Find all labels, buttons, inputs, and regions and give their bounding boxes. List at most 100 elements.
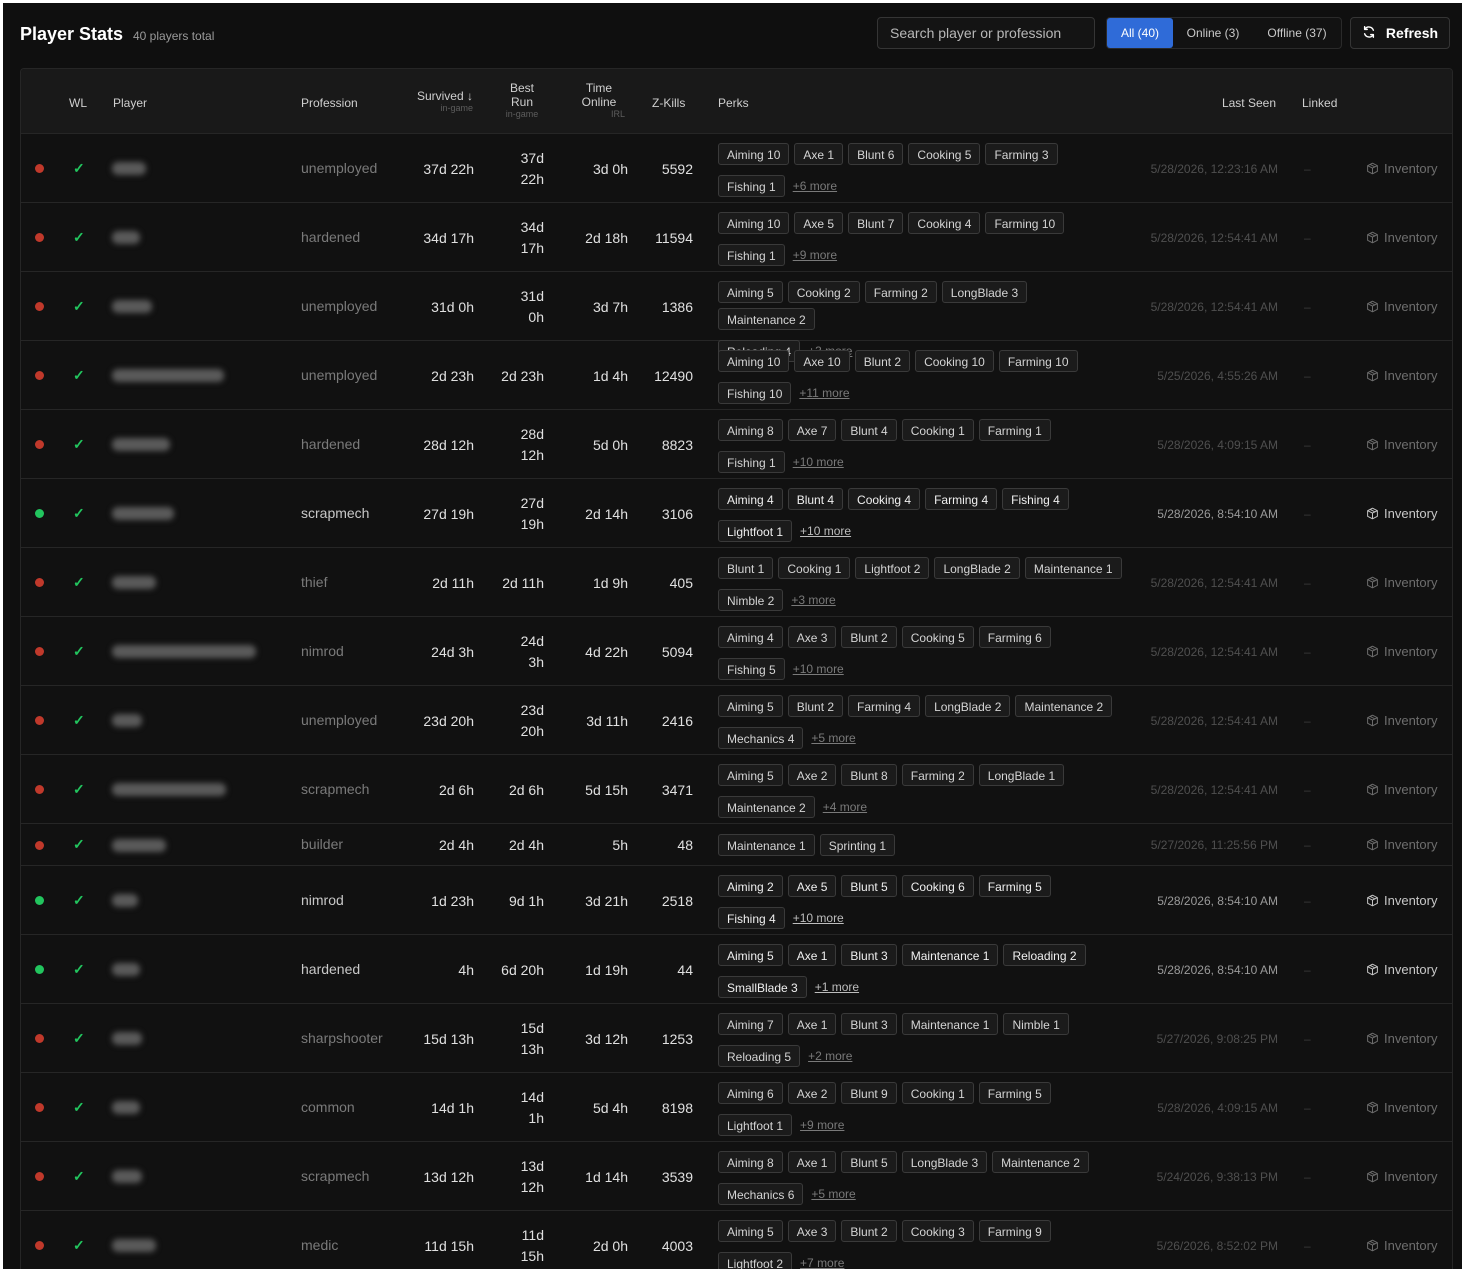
filter-all-button[interactable]: All (40)	[1107, 18, 1173, 48]
column-last-seen[interactable]: Last Seen	[1211, 96, 1276, 110]
table-row[interactable]: ✓ hardened 34d 17h 34d 17h 2d 18h 11594 Aiming …	[21, 203, 1452, 272]
more-perks-link[interactable]: +3 more	[788, 593, 838, 607]
player-name-redacted[interactable]	[112, 963, 140, 976]
column-player[interactable]: Player	[113, 96, 147, 110]
player-name-redacted[interactable]	[112, 645, 256, 658]
filter-offline-button[interactable]: Offline (37)	[1253, 18, 1341, 48]
inventory-button[interactable]: Inventory	[1366, 230, 1437, 245]
box-icon	[1366, 1032, 1379, 1045]
filter-online-button[interactable]: Online (3)	[1173, 18, 1253, 48]
whitelist-check-icon: ✓	[73, 1167, 85, 1184]
perk-badge: Farming 3	[985, 142, 1058, 165]
table-row[interactable]: ✓ medic 11d 15h 11d 15h 2d 0h 4003 Aiming 5 Axe …	[21, 1211, 1452, 1269]
table-row[interactable]: ✓ builder 2d 4h 2d 4h 5h 48 Maintenance 1 Sprin…	[21, 824, 1452, 866]
column-survived[interactable]: Survived ↓ in-game	[401, 89, 473, 113]
inventory-button[interactable]: Inventory	[1366, 506, 1437, 521]
more-perks-link[interactable]: +1 more	[812, 980, 862, 994]
column-wl[interactable]: WL	[69, 96, 87, 110]
player-name-redacted[interactable]	[112, 507, 174, 520]
box-icon	[1366, 438, 1379, 451]
table-row[interactable]: ✓ hardened 4h 6d 20h 1d 19h 44 Aiming 5 Axe 1 Bl…	[21, 935, 1452, 1004]
table-row[interactable]: ✓ hardened 28d 12h 28d 12h 5d 0h 8823 Aiming 8A…	[21, 410, 1452, 479]
inventory-button[interactable]: Inventory	[1366, 1238, 1437, 1253]
more-perks-link[interactable]: +7 more	[797, 1256, 847, 1269]
player-name-redacted[interactable]	[112, 1170, 142, 1183]
table-row[interactable]: ✓ nimrod 24d 3h 24d 3h 4d 22h 5094 Aiming 4 Axe …	[21, 617, 1452, 686]
inventory-button[interactable]: Inventory	[1366, 299, 1437, 314]
zkills: 12490	[654, 367, 693, 384]
time-online: 5d 0h	[592, 436, 628, 453]
more-perks-link[interactable]: +10 more	[790, 911, 847, 925]
column-best-run[interactable]: Best Run in-game	[501, 81, 543, 119]
player-name-redacted[interactable]	[112, 162, 146, 175]
table-row[interactable]: ✓ unemployed 23d 20h 23d 20h 3d 11h 2416 Aiming…	[21, 686, 1452, 755]
player-name-redacted[interactable]	[112, 1101, 140, 1114]
perk-badge: Blunt 2	[787, 694, 844, 717]
player-name-redacted[interactable]	[112, 369, 224, 382]
more-perks-link[interactable]: +2 more	[805, 1049, 855, 1063]
more-perks-link[interactable]: +10 more	[790, 662, 847, 676]
player-name-redacted[interactable]	[112, 1239, 156, 1252]
perk-badge: Blunt 5	[841, 874, 897, 897]
player-name-redacted[interactable]	[112, 838, 166, 852]
linked-value: –	[1304, 368, 1311, 383]
refresh-button[interactable]: Refresh	[1350, 17, 1450, 49]
search-input[interactable]	[877, 17, 1095, 49]
table-row[interactable]: ✓ unemployed 2d 23h 2d 23h 1d 4h 12490 Aiming …	[21, 341, 1452, 410]
inventory-button[interactable]: Inventory	[1366, 161, 1437, 176]
table-row[interactable]: ✓ nimrod 1d 23h 9d 1h 3d 21h 2518 Aiming 2 Axe …	[21, 866, 1452, 935]
player-name-redacted[interactable]	[112, 576, 156, 589]
inventory-button[interactable]: Inventory	[1366, 644, 1437, 659]
profession: builder	[301, 836, 344, 852]
best-run: 14d 1h	[520, 1088, 544, 1126]
inventory-label: Inventory	[1384, 892, 1438, 908]
inventory-button[interactable]: Inventory	[1366, 713, 1437, 728]
table-row[interactable]: ✓ scrapmech 2d 6h 2d 6h 5d 15h 3471 Aiming 5 Ax…	[21, 755, 1452, 824]
column-time-online[interactable]: Time Online IRL	[573, 81, 625, 119]
inventory-button[interactable]: Inventory	[1366, 575, 1437, 590]
inventory-button[interactable]: Inventory	[1366, 962, 1437, 977]
more-perks-link[interactable]: +10 more	[797, 524, 854, 538]
table-row[interactable]: ✓ unemployed 31d 0h 31d 0h 3d 7h 1386 Aiming 5C…	[21, 272, 1452, 362]
table-row[interactable]: ✓ scrapmech 27d 19h 27d 19h 2d 14h 3106 Aiming …	[21, 479, 1452, 548]
player-name-redacted[interactable]	[112, 1032, 142, 1045]
more-perks-link[interactable]: +6 more	[790, 179, 840, 193]
whitelist-check-icon: ✓	[73, 435, 85, 452]
perk-badge: Aiming 10	[718, 142, 790, 165]
perk-list: Blunt 1 Cooking 1 Lightfoot 2 LongBlade 2 Ma…	[718, 556, 1122, 611]
player-name-redacted[interactable]	[112, 438, 170, 451]
inventory-button[interactable]: Inventory	[1366, 837, 1437, 852]
table-row[interactable]: ✓ common 14d 1h 14d 1h 5d 4h 8198 Aiming 6 Axe 2…	[21, 1073, 1452, 1142]
more-perks-link[interactable]: +5 more	[808, 1187, 858, 1201]
linked-value: –	[1304, 437, 1311, 452]
inventory-button[interactable]: Inventory	[1366, 437, 1437, 452]
inventory-button[interactable]: Inventory	[1366, 1031, 1437, 1046]
player-name-redacted[interactable]	[112, 714, 142, 727]
table-row[interactable]: ✓ sharpshooter 15d 13h 15d 13h 3d 12h 1253 Aimi…	[21, 1004, 1452, 1073]
page-title: Player Stats	[20, 24, 124, 44]
inventory-button[interactable]: Inventory	[1366, 893, 1437, 908]
player-name-redacted[interactable]	[112, 231, 140, 244]
more-perks-link[interactable]: +5 more	[808, 731, 858, 745]
column-best-run-label: Best Run	[509, 81, 534, 109]
more-perks-link[interactable]: +9 more	[790, 248, 840, 262]
table-row[interactable]: ✓ unemployed 37d 22h 37d 22h 3d 0h 5592 Aiming …	[21, 134, 1452, 203]
player-name-redacted[interactable]	[112, 300, 152, 313]
more-perks-link[interactable]: +4 more	[820, 800, 870, 814]
inventory-button[interactable]: Inventory	[1366, 782, 1437, 797]
time-online: 1d 14h	[585, 1168, 628, 1185]
table-row[interactable]: ✓ scrapmech 13d 12h 13d 12h 1d 14h 3539 Aiming …	[21, 1142, 1452, 1211]
perk-badge: Farming 2	[901, 763, 974, 786]
box-icon	[1366, 838, 1379, 851]
column-zkills[interactable]: Z-Kills	[652, 96, 685, 110]
more-perks-link[interactable]: +9 more	[797, 1118, 847, 1132]
table-row[interactable]: ✓ thief 2d 11h 2d 11h 1d 9h 405 Blunt 1 Cooking…	[21, 548, 1452, 617]
more-perks-link[interactable]: +11 more	[796, 386, 852, 400]
player-name-redacted[interactable]	[112, 783, 226, 796]
player-name-redacted[interactable]	[112, 894, 138, 907]
inventory-button[interactable]: Inventory	[1366, 1100, 1437, 1115]
inventory-button[interactable]: Inventory	[1366, 368, 1437, 383]
inventory-button[interactable]: Inventory	[1366, 1169, 1437, 1184]
more-perks-link[interactable]: +10 more	[790, 455, 847, 469]
column-profession[interactable]: Profession	[301, 96, 358, 110]
